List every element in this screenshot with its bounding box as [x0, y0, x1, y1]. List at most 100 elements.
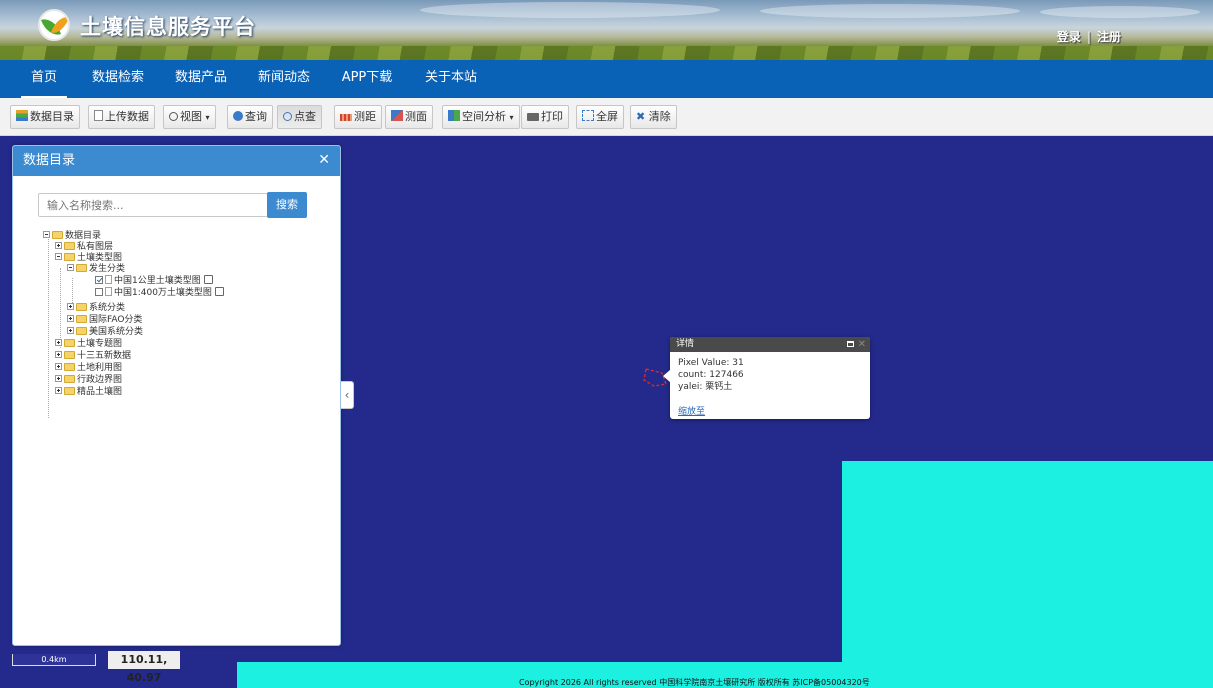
expand-icon[interactable] [55, 339, 62, 346]
search-input[interactable] [38, 193, 268, 217]
close-icon[interactable]: ✕ [318, 152, 330, 168]
fullscreen-icon [582, 110, 594, 121]
folder-icon [76, 303, 87, 311]
tree-guide-line [48, 236, 49, 418]
nav-news[interactable]: 新闻动态 [254, 60, 314, 98]
tree-item-genetic[interactable]: 发生分类 [67, 263, 125, 275]
popup-title: 详情 [676, 339, 695, 349]
zoom-to-link[interactable]: 缩放至 [678, 404, 705, 417]
view-dropdown[interactable]: 视图 ▾ [163, 105, 216, 129]
nav-data-products[interactable]: 数据产品 [171, 60, 231, 98]
register-link[interactable]: 注册 [1097, 30, 1121, 44]
pixel-value-text: Pixel Value: 31 [678, 358, 744, 368]
folder-icon [64, 375, 75, 383]
collapse-icon[interactable] [43, 231, 50, 238]
expand-icon[interactable] [55, 351, 62, 358]
tree-item-layer2[interactable]: 中国1:400万土壤类型图 [95, 287, 224, 299]
catalog-button-label: 数据目录 [30, 110, 74, 123]
point-query-button[interactable]: 点查 [277, 105, 322, 129]
expand-icon[interactable] [55, 387, 62, 394]
fullscreen-button-label: 全屏 [596, 110, 618, 123]
nav-data-search[interactable]: 数据检索 [88, 60, 148, 98]
tree-item-label: 土地利用图 [77, 363, 123, 373]
expand-icon[interactable] [67, 303, 74, 310]
tree-item-label: 中国1:400万土壤类型图 [114, 288, 212, 298]
nav-about[interactable]: 关于本站 [421, 60, 481, 98]
tree-item-label: 数据目录 [65, 231, 102, 241]
nav-app-download[interactable]: APP下载 [337, 60, 397, 98]
tree-item-us[interactable]: 美国系统分类 [67, 326, 143, 338]
tree-item-fao[interactable]: 国际FAO分类 [67, 314, 142, 326]
banner-cloud [760, 4, 1020, 18]
file-upload-icon [94, 110, 103, 121]
tree-item-label: 美国系统分类 [89, 327, 144, 337]
measure-area-button[interactable]: 测面 [385, 105, 433, 129]
measure-distance-button[interactable]: 测距 [334, 105, 382, 129]
folder-icon [76, 315, 87, 323]
caret-down-icon: ▾ [509, 113, 514, 122]
caret-down-icon: ▾ [205, 113, 210, 122]
catalog-button[interactable]: 数据目录 [10, 105, 80, 129]
layer-preview-icon[interactable] [203, 275, 213, 284]
view-dropdown-label: 视图 [180, 110, 202, 123]
folder-icon [64, 339, 75, 347]
expand-icon[interactable] [55, 375, 62, 382]
print-button[interactable]: 打印 [521, 105, 569, 129]
tree-item-thematic[interactable]: 土壤专题图 [55, 338, 122, 350]
popup-body: Pixel Value: 31 count: 127466 yalei: 栗钙土 [670, 352, 870, 398]
tree-item-layer1[interactable]: 中国1公里土壤类型图 [95, 275, 213, 287]
tree-item-label: 行政边界图 [77, 375, 123, 385]
query-button[interactable]: 查询 [227, 105, 273, 129]
search-button[interactable]: 搜索 [267, 192, 307, 218]
yalei-text: yalei: 栗钙土 [678, 382, 733, 392]
main-nav: 首页 数据检索 数据产品 新闻动态 APP下载 关于本站 [0, 60, 1213, 98]
tree-item-label: 系统分类 [89, 303, 126, 313]
collapse-icon[interactable] [55, 253, 62, 260]
nav-home[interactable]: 首页 [21, 60, 67, 98]
expand-icon[interactable] [55, 363, 62, 370]
clear-button[interactable]: ✖ 清除 [630, 105, 677, 129]
login-link[interactable]: 登录 [1057, 30, 1081, 44]
chevron-left-icon: ‹ [344, 388, 350, 402]
tree-guide-line [72, 278, 73, 303]
tree-item-five-year[interactable]: 十三五新数据 [55, 350, 131, 362]
file-icon [105, 275, 112, 284]
layer-preview-icon[interactable] [214, 287, 224, 296]
maximize-icon[interactable] [847, 341, 854, 347]
tree-item-system[interactable]: 系统分类 [67, 302, 125, 314]
site-title: 土壤信息服务平台 [80, 15, 256, 39]
tree-item-label: 土壤类型图 [77, 253, 123, 263]
collapse-icon[interactable] [67, 264, 74, 271]
tree-item-fine[interactable]: 精品土壤图 [55, 386, 122, 398]
analysis-icon [448, 110, 460, 121]
count-text: count: 127466 [678, 370, 744, 380]
banner-cloud [420, 2, 720, 18]
tree-guide-line [60, 268, 61, 348]
site-logo-icon[interactable] [38, 9, 70, 41]
layer-checkbox-checked[interactable] [95, 276, 103, 284]
banner-field [0, 46, 1213, 60]
header-banner: 土壤信息服务平台 登录 | 注册 [0, 0, 1213, 60]
point-query-label: 点查 [294, 110, 316, 123]
expand-icon[interactable] [67, 315, 74, 322]
tree-item-land-use[interactable]: 土地利用图 [55, 362, 122, 374]
expand-icon[interactable] [55, 242, 62, 249]
layers-icon [16, 110, 28, 121]
tree-item-label: 中国1公里土壤类型图 [114, 276, 201, 286]
area-icon [391, 110, 403, 121]
expand-icon[interactable] [67, 327, 74, 334]
layer-checkbox[interactable] [95, 288, 103, 296]
spatial-analysis-dropdown[interactable]: 空间分析 ▾ [442, 105, 520, 129]
tree-item-label: 土壤专题图 [77, 339, 123, 349]
popup-pointer [663, 370, 670, 382]
panel-collapse-toggle[interactable]: ‹ [341, 381, 354, 409]
folder-icon [64, 363, 75, 371]
upload-data-button[interactable]: 上传数据 [88, 105, 155, 129]
fullscreen-button[interactable]: 全屏 [576, 105, 624, 129]
tree-item-admin[interactable]: 行政边界图 [55, 374, 122, 386]
folder-icon [64, 351, 75, 359]
clear-button-label: 清除 [648, 110, 671, 123]
query-icon [233, 111, 243, 121]
tree-item-label: 国际FAO分类 [89, 315, 143, 325]
close-icon[interactable]: ✕ [858, 337, 866, 352]
